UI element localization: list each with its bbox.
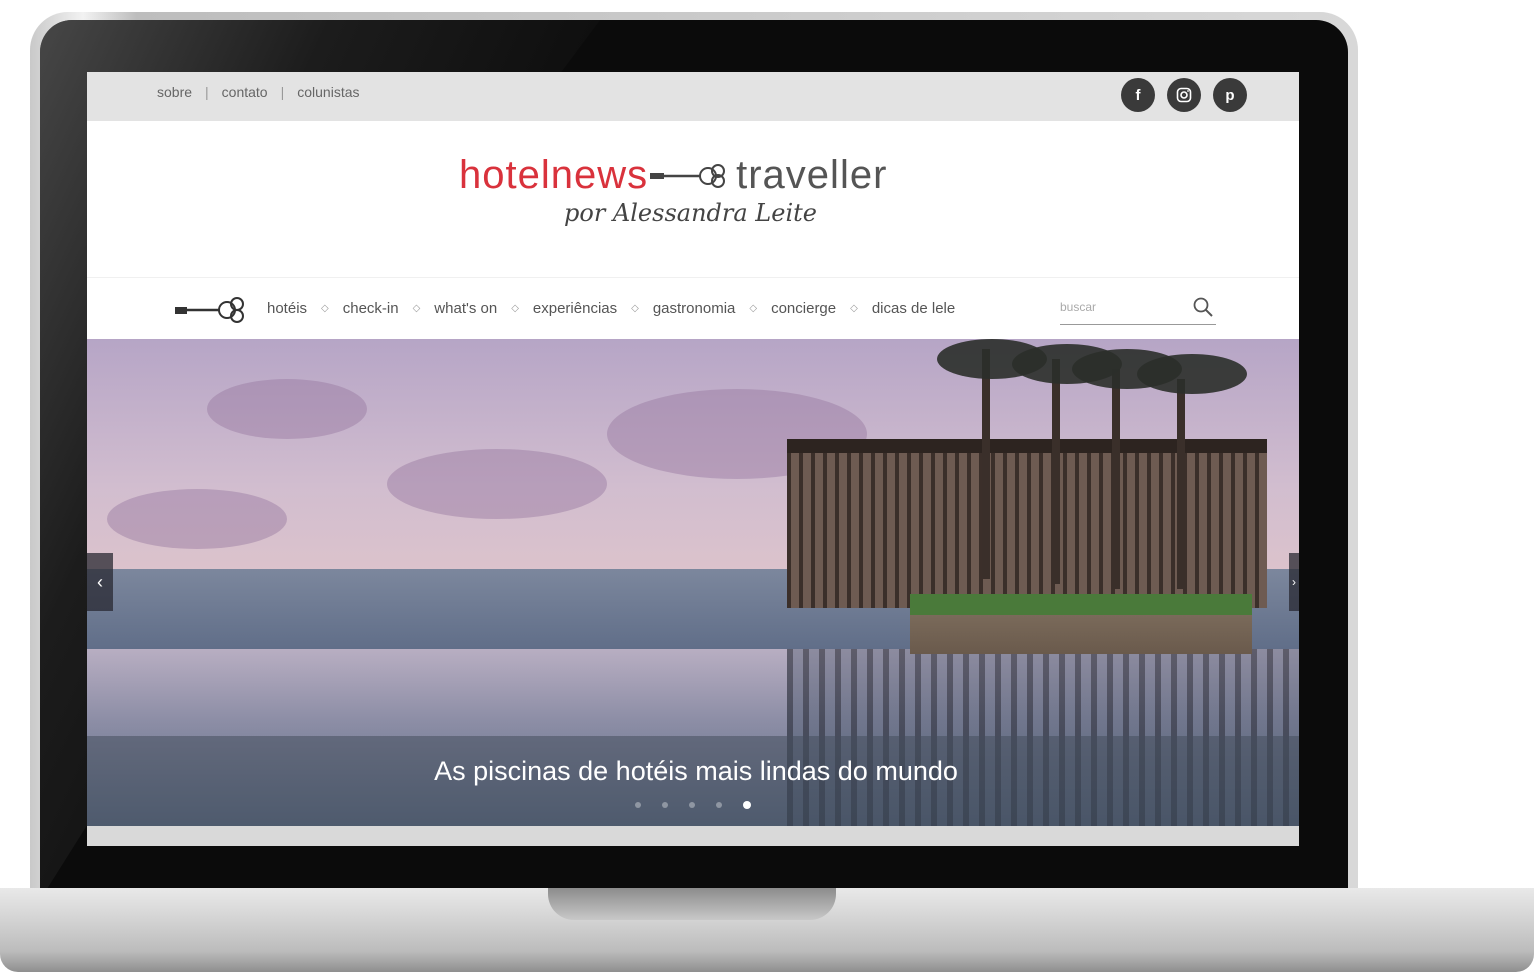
palm-trunk [1112,369,1120,589]
instagram-icon[interactable] [1167,78,1201,112]
caption-bar: As piscinas de hotéis mais lindas do mun… [87,736,1299,826]
search-icon[interactable] [1192,296,1214,318]
logo-hotelnews: hotelnews [459,153,649,197]
logo-subtitle: por Alessandra Leite [564,199,817,227]
nav-item-experiencias[interactable]: experiências [533,300,617,317]
slide-caption[interactable]: As piscinas de hotéis mais lindas do mun… [87,756,1299,787]
nav-item-check-in[interactable]: check-in [343,300,399,317]
nav-item-concierge[interactable]: concierge [771,300,836,317]
link-contato[interactable]: contato [222,84,268,100]
slider-next-button[interactable]: › [1289,553,1299,611]
pinterest-glyph: p [1225,86,1235,104]
top-links: sobre | contato | colunistas [157,84,360,100]
palm-trunk [1177,379,1185,589]
logo-traveller: traveller [736,153,888,197]
slider-dot[interactable] [662,802,668,808]
nav-item-dicas-de-lele[interactable]: dicas de lele [872,300,955,317]
separator: | [280,84,285,100]
slider-dot-active[interactable] [743,801,751,809]
main-nav: hotéis ◇ check-in ◇ what's on ◇ experiên… [87,277,1299,340]
link-sobre[interactable]: sobre [157,84,192,100]
website-screen: sobre | contato | colunistas f p hotelne… [87,72,1299,846]
slider-dot[interactable] [689,802,695,808]
nav-item-hoteis[interactable]: hotéis [267,300,307,317]
nav-item-gastronomia[interactable]: gastronomia [653,300,736,317]
facebook-icon[interactable]: f [1121,78,1155,112]
slider-dots [635,801,751,809]
palm-trunk [982,349,990,579]
laptop-notch [548,888,836,920]
nav-dot: ◇ [412,303,421,314]
nav-items: hotéis ◇ check-in ◇ what's on ◇ experiên… [267,300,955,317]
palm-leaves [1137,354,1247,394]
cloud [207,379,367,439]
slider-dot[interactable] [635,802,641,808]
site-header: hotelnews traveller por Alessandra Leite [87,121,1299,277]
link-colunistas[interactable]: colunistas [297,84,359,100]
slider-dot[interactable] [716,802,722,808]
cloud [107,489,287,549]
nav-dot: ◇ [321,303,329,314]
slider-prev-button[interactable]: ‹ [87,553,113,611]
nav-dot: ◇ [749,303,758,314]
content-strip [87,826,1299,846]
pavilion [787,439,1267,608]
nav-dot: ◇ [850,303,858,314]
planter [910,594,1252,654]
key-icon [650,163,726,188]
search-box [1060,294,1216,325]
cloud [387,449,607,519]
nav-dot: ◇ [511,303,519,314]
instagram-glyph [1176,87,1192,103]
facebook-glyph: f [1135,86,1141,104]
hero-slider: ‹ › As piscinas de hotéis mais lindas do… [87,339,1299,826]
palm-trunk [1052,359,1060,584]
laptop-base [0,888,1534,972]
nav-item-whats-on[interactable]: what's on [434,300,497,317]
nav-dot: ◇ [631,303,639,314]
search-input[interactable] [1060,294,1178,320]
social-links: f p [1121,78,1247,112]
top-bar: sobre | contato | colunistas f p [87,72,1299,121]
separator: | [205,84,209,100]
pinterest-icon[interactable]: p [1213,78,1247,112]
site-logo[interactable]: hotelnews traveller por Alessandra Leite [459,153,959,243]
key-icon [175,297,244,323]
